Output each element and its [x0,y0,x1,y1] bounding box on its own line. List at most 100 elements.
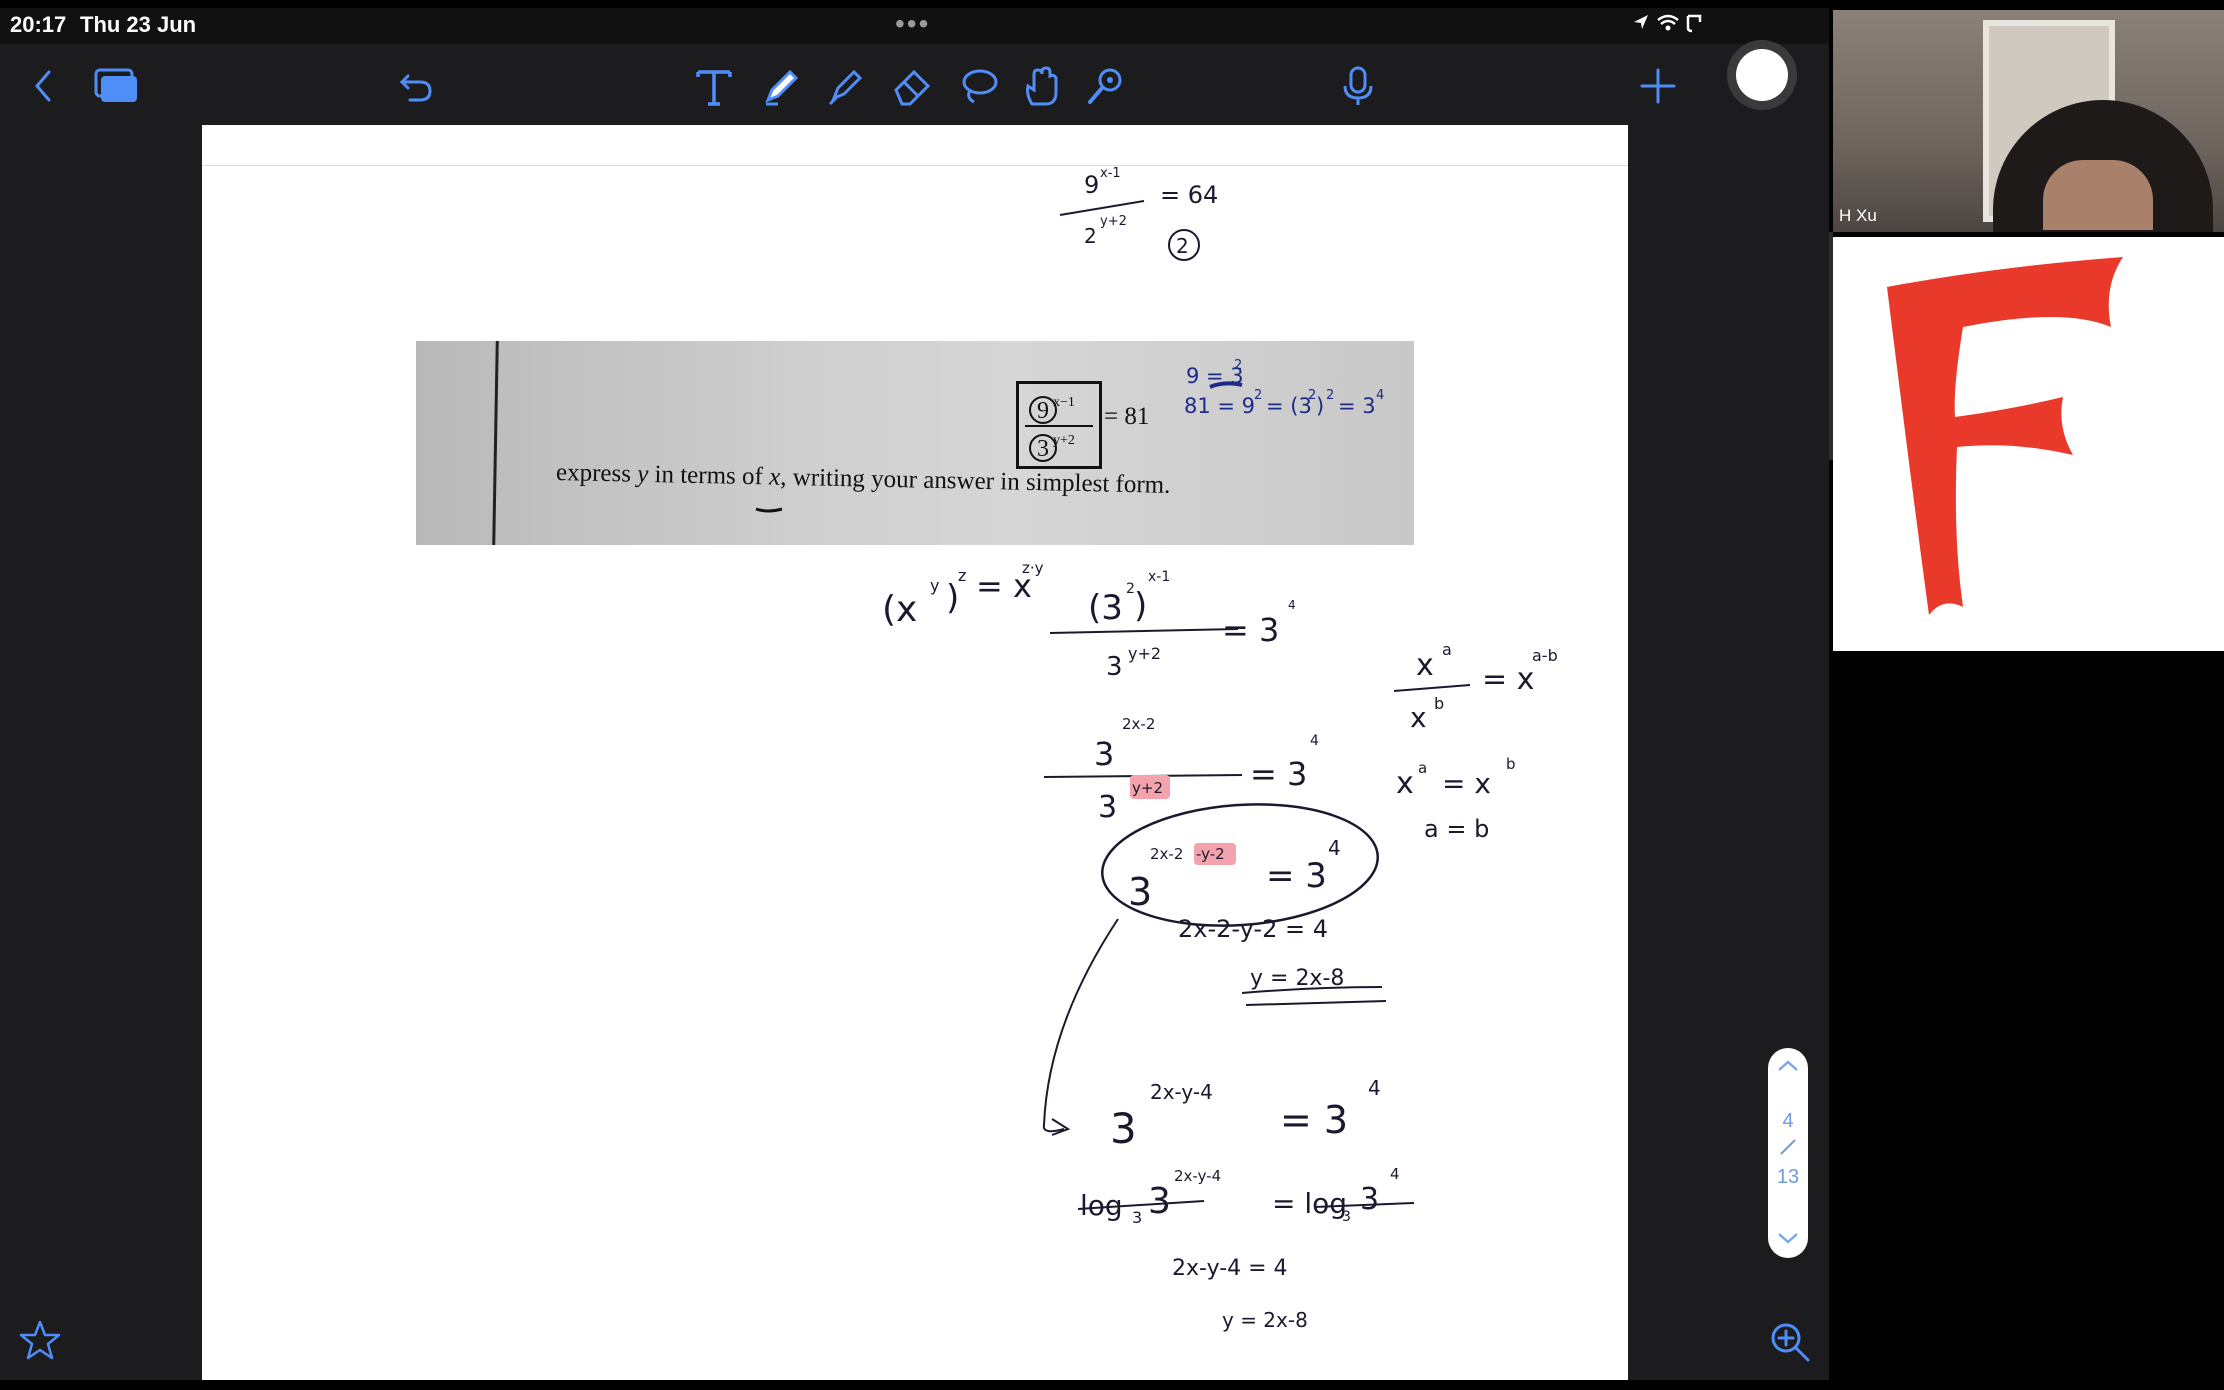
pen-tool-button[interactable] [758,62,806,110]
microphone-button[interactable] [1334,62,1382,110]
page-indicator: 4 13 [1768,1048,1808,1258]
step2-num: 3 [1094,735,1114,773]
step3-rhs: = 3 [1266,856,1327,896]
page-down-button[interactable] [1768,1226,1808,1252]
chevron-down-icon [1778,1233,1798,1244]
participant-face [2043,160,2153,230]
lasso-icon [962,69,998,104]
handwriting-layer: 9 x-1 2 y+2 = 64 2 (x y ) z = x z·y (3 2… [882,166,1558,1332]
step1-num: (3 [1088,588,1123,628]
laser-icon [1088,68,1122,104]
shared-logo-tile: F [1833,236,2224,651]
alt1-exp: 2x-y-4 [1150,1080,1213,1104]
favorite-button[interactable] [18,1318,62,1362]
rule-power-exp-z: z [958,566,966,585]
thumbnails-icon [94,68,137,102]
video-panel: H Xu [1829,0,2224,1390]
alt1-rhs: = 3 [1280,1098,1348,1142]
alt2-rhs-base: 3 [1360,1182,1379,1217]
add-button[interactable] [1634,62,1682,110]
highlighter-icon [828,69,863,106]
step1-num-exp: x-1 [1148,569,1170,585]
highlighter-tool-button[interactable] [822,62,870,110]
step2-den-exp: y+2 [1132,779,1163,797]
top-fraction-den: 2 [1084,224,1097,248]
note-page[interactable]: 9 x−1 3 y+2 = 81 express y in terms of x… [202,125,1628,1380]
location-wifi-icon [1634,14,1702,33]
status-icons [1632,12,1712,40]
total-pages: 13 [1776,1166,1800,1188]
bottom-edge [0,1380,1829,1390]
status-date: Thu 23 Jun [80,12,197,37]
eraser-icon [894,69,931,106]
chevron-up-icon [1778,1060,1798,1071]
top-fraction-equals: = 64 [1160,181,1218,209]
alt2-base: 3 [1148,1181,1171,1222]
plus-icon [1640,68,1676,104]
rule-div-result-exp: a-b [1532,646,1558,665]
undo-button[interactable] [392,62,440,110]
rule-div-num: x [1416,648,1434,683]
thumbnails-button[interactable] [92,62,140,110]
undo-icon [399,74,432,102]
alt2-sub: 3 [1132,1208,1142,1227]
step1-den-exp: y+2 [1128,644,1161,663]
zoom-button[interactable] [1768,1320,1812,1364]
step1-num-close: ) [1134,586,1147,626]
alt1-base: 3 [1110,1104,1137,1153]
shared-logo-letter: F [1833,237,1834,238]
record-button[interactable] [1727,40,1797,110]
step2-den: 3 [1098,790,1117,825]
alt3: 2x-y-4 = 4 [1172,1256,1288,1281]
step1-rhs-exp: 4 [1288,598,1296,612]
rule-power-result-exp: z·y [1022,559,1044,577]
lasso-tool-button[interactable] [954,62,1002,110]
toolbar [0,44,1829,124]
step3-rhs-exp: 4 [1328,836,1341,860]
top-fraction-num-exp: x-1 [1100,166,1121,181]
alt2-rhs-exp: 4 [1390,1165,1400,1183]
rule-eq-mid-exp: b [1506,755,1516,773]
step3-base: 3 [1128,870,1152,914]
text-tool-icon [696,70,732,106]
rule-power: (x [882,589,917,630]
status-bar-top-edge [0,0,1829,8]
text-tool-button[interactable] [690,62,738,110]
rule-eq-mid: = x [1442,767,1491,800]
step4: 2x-2-y-2 = 4 [1178,915,1328,943]
participant-video[interactable]: H Xu [1833,10,2224,232]
pen-icon [765,69,799,106]
step3-exp-b: -y-2 [1196,845,1225,863]
record-dot [1736,49,1788,101]
step3-exp-a: 2x-2 [1150,845,1183,863]
hand-icon [1026,66,1058,106]
f-logo: F [1833,236,2123,615]
rule-div-den: x [1410,701,1427,734]
rule-div-den-exp: b [1434,694,1444,713]
multitasking-dots[interactable]: ••• [895,8,930,40]
microphone-icon [1343,66,1373,105]
rule-eq-lhs-exp: a [1418,759,1427,777]
rule-power-exp-y: y [930,576,939,595]
participant-name: H Xu [1839,206,1877,225]
hand-tool-button[interactable] [1018,62,1066,110]
star-icon [19,1320,61,1360]
page-separator [1780,1139,1796,1155]
laser-tool-button[interactable] [1082,62,1130,110]
chevron-left-icon [35,70,51,102]
zoom-in-icon [1771,1323,1810,1362]
alt2-exp: 2x-y-4 [1174,1167,1221,1185]
status-bar: 20:17 Thu 23 Jun ••• [0,0,1829,44]
status-time: 20:17 [10,12,67,37]
page-up-button[interactable] [1768,1054,1808,1080]
eraser-tool-button[interactable] [888,62,936,110]
step2-rhs: = 3 [1250,755,1307,793]
step1-den: 3 [1106,652,1123,682]
top-label: 2 [1176,234,1189,258]
rule-div-result: = x [1482,662,1534,697]
step2-rhs-exp: 4 [1310,733,1319,749]
top-fraction-den-exp: y+2 [1100,214,1127,229]
alt4: y = 2x-8 [1222,1308,1308,1332]
back-button[interactable] [20,62,68,110]
alt2-log: log [1080,1189,1123,1222]
